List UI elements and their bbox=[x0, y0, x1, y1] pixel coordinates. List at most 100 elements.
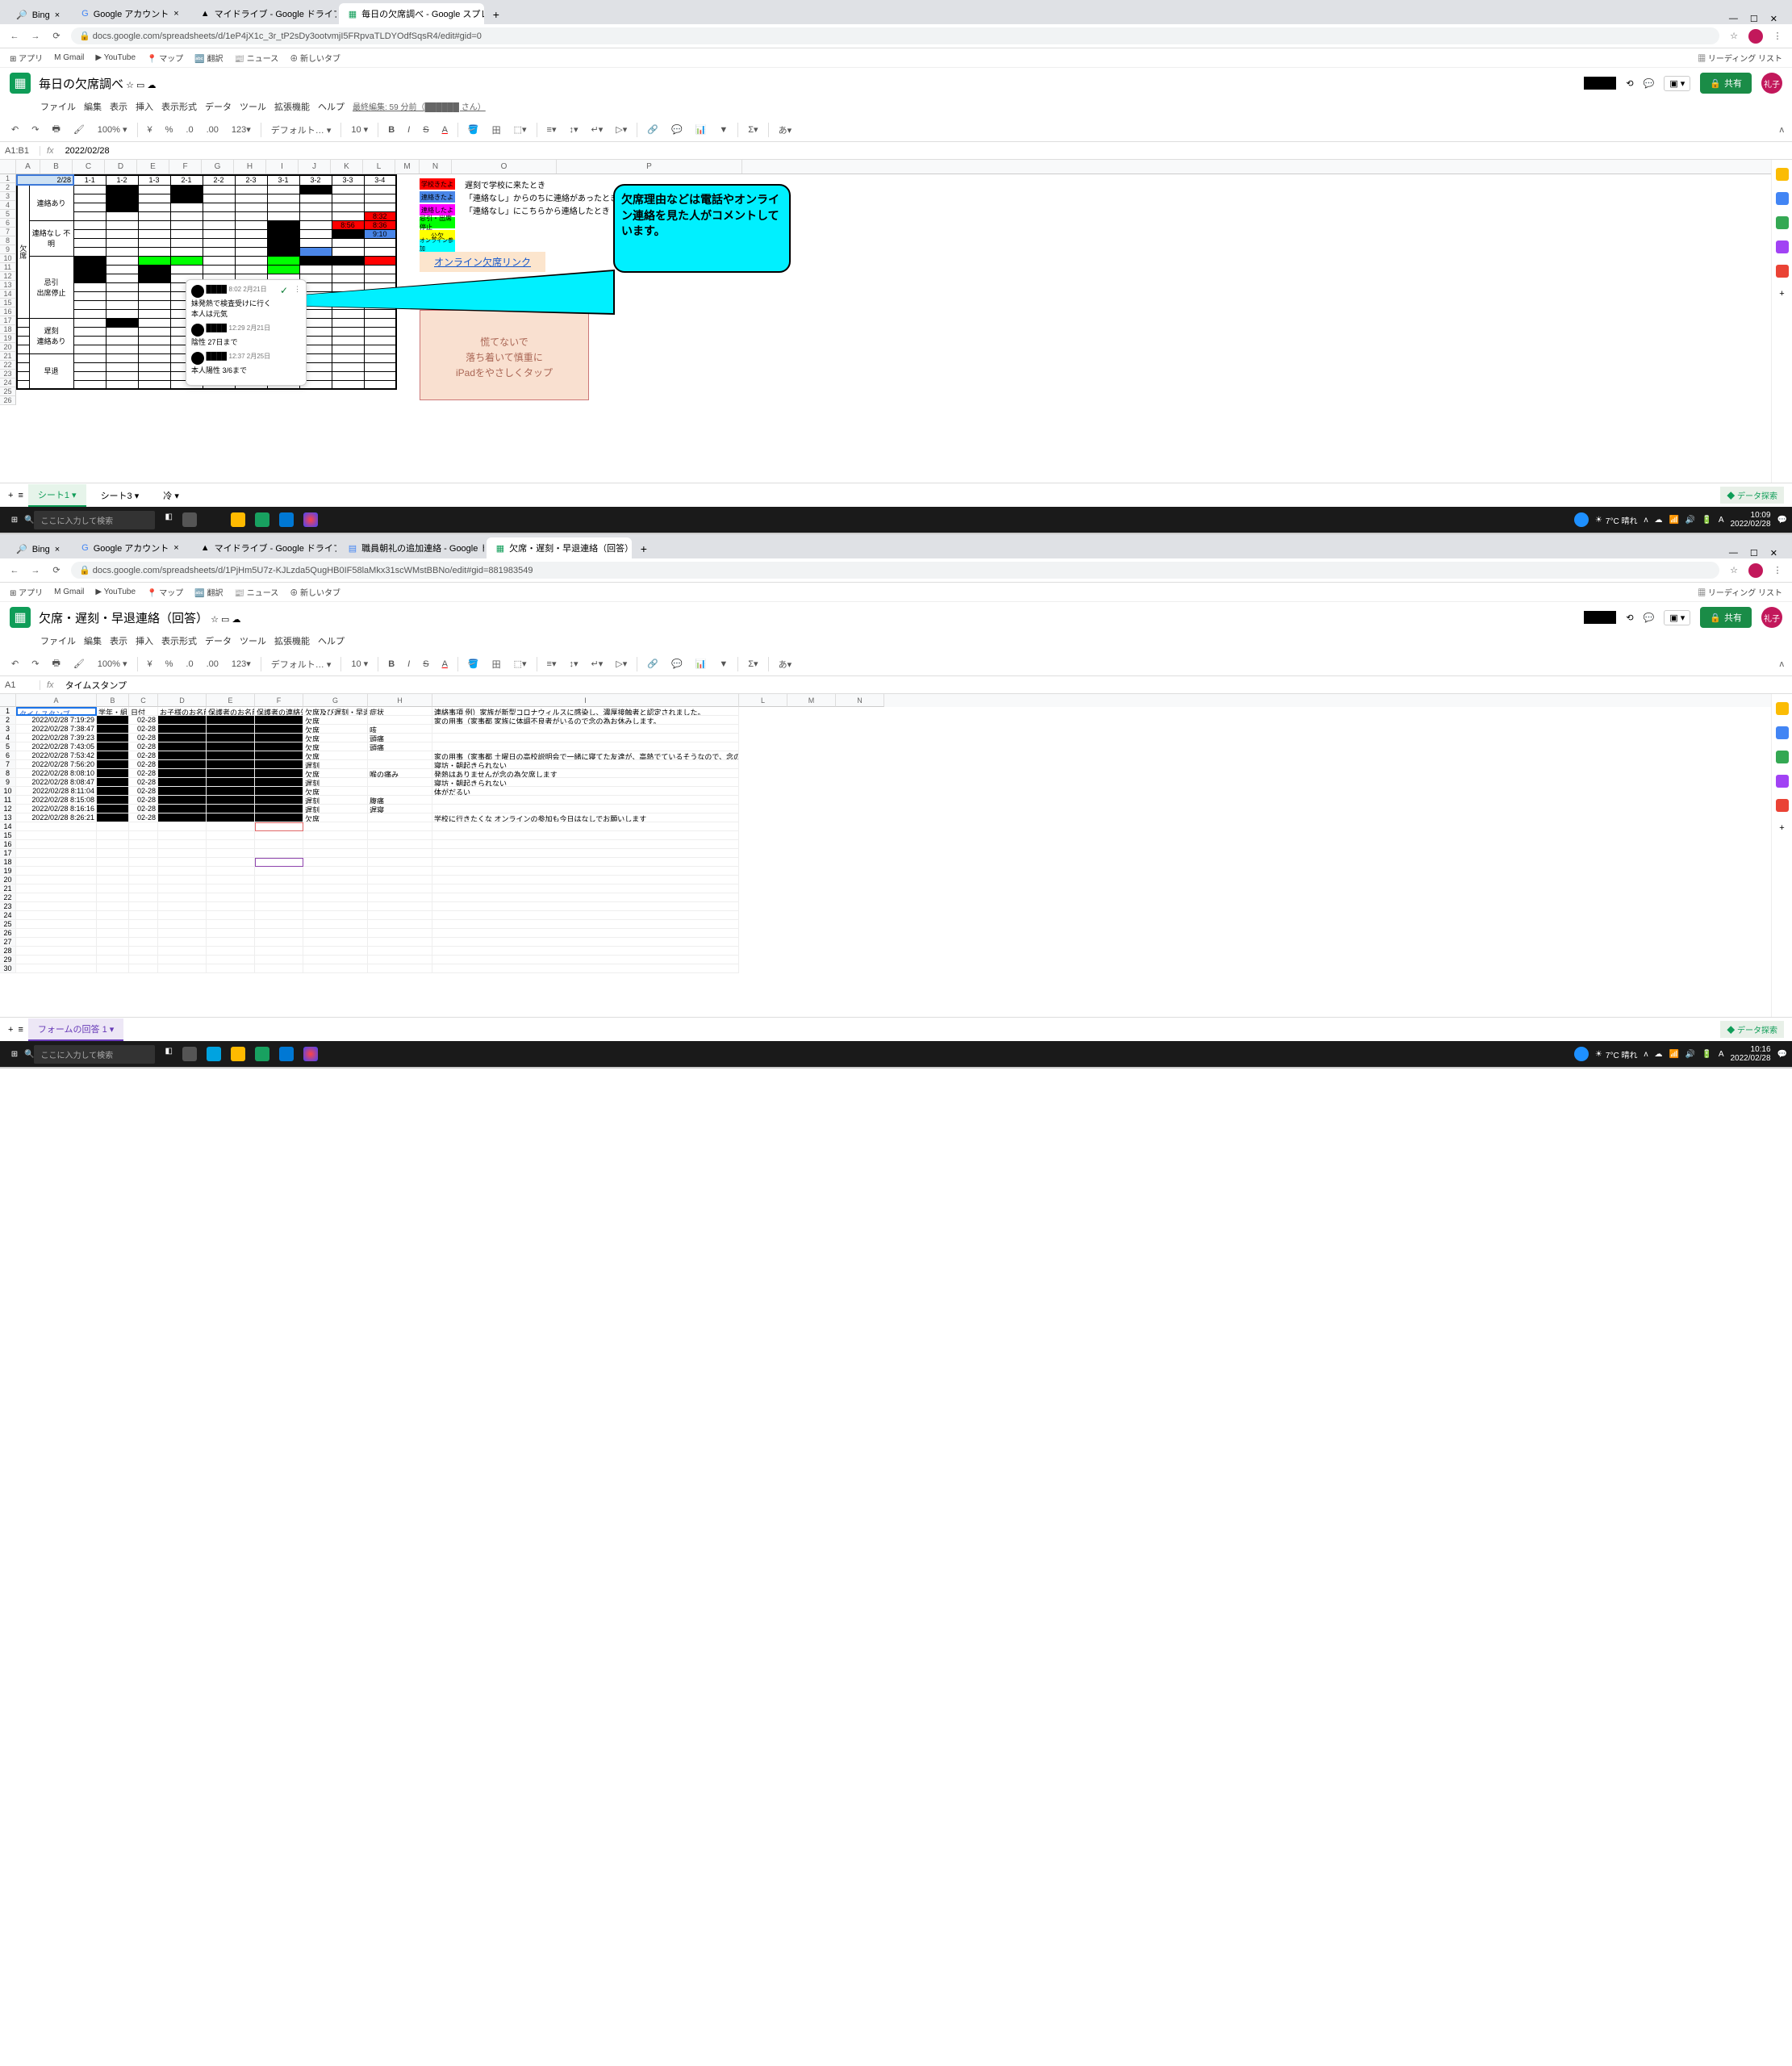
notifications-icon[interactable]: 💬 bbox=[1777, 516, 1787, 525]
avatar-icon[interactable] bbox=[1748, 563, 1763, 578]
explore-button[interactable]: ◆ データ探索 bbox=[1720, 1021, 1784, 1038]
name-box[interactable]: A1:B1 bbox=[0, 146, 40, 156]
table-row[interactable]: 42022/02/28 7:39:2302-28欠席頭痛 bbox=[0, 734, 1792, 742]
maximize-button[interactable]: ☐ bbox=[1750, 548, 1758, 558]
edge-icon[interactable] bbox=[207, 512, 221, 527]
table-row[interactable]: 62022/02/28 7:53:4202-28欠席家の用事（家事都 土曜日の高… bbox=[0, 751, 1792, 760]
move-icon[interactable]: ▭ bbox=[136, 81, 144, 90]
bookmark-item[interactable]: ⊕ 新しいタブ bbox=[290, 52, 340, 64]
calendar-icon[interactable] bbox=[1776, 702, 1789, 715]
tray-volume-icon[interactable]: 🔊 bbox=[1685, 516, 1695, 525]
table-row[interactable]: 32022/02/28 7:38:4702-28欠席咳 bbox=[0, 725, 1792, 734]
table-row[interactable]: 92022/02/28 8:08:4702-28遅刻寝坊・朝起きられない bbox=[0, 778, 1792, 787]
back-button[interactable]: ← bbox=[8, 31, 21, 41]
collapse-toolbar[interactable]: ʌ bbox=[1780, 125, 1785, 135]
start-button[interactable]: ⊞ bbox=[5, 1050, 24, 1059]
menu-extensions[interactable]: 拡張機能 bbox=[274, 100, 310, 113]
cortana-icon[interactable] bbox=[182, 512, 197, 527]
menu-data[interactable]: データ bbox=[205, 100, 232, 113]
apps-icon[interactable]: ⊞ アプリ bbox=[10, 52, 43, 64]
sheet-tab[interactable]: シート1 ▾ bbox=[28, 484, 86, 507]
bookmark-item[interactable]: M Gmail bbox=[54, 53, 84, 62]
back-button[interactable]: ← bbox=[8, 566, 21, 575]
text-color-button[interactable]: A bbox=[439, 123, 451, 136]
table-row[interactable]: 22022/02/28 7:19:2902-28欠席家の用事（家事都 家族に体調… bbox=[0, 716, 1792, 725]
reload-button[interactable]: ⟳ bbox=[50, 565, 63, 575]
browser-tab-active[interactable]: ▦欠席・遅刻・早退連絡（回答）- …× bbox=[487, 537, 632, 558]
star-icon[interactable]: ☆ bbox=[126, 81, 134, 90]
zoom-select[interactable]: 100% ▾ bbox=[94, 123, 131, 136]
more-icon[interactable]: ⋮ bbox=[294, 285, 301, 294]
merge-button[interactable]: ⬚▾ bbox=[511, 123, 530, 136]
menu-insert[interactable]: 挿入 bbox=[136, 100, 153, 113]
contacts-icon[interactable] bbox=[1776, 775, 1789, 788]
menu-edit[interactable]: 編集 bbox=[84, 100, 102, 113]
table-row[interactable]: 132022/02/28 8:26:2102-28欠席学校に行きたくな オンライ… bbox=[0, 813, 1792, 822]
maps-icon[interactable] bbox=[1776, 799, 1789, 812]
table-row[interactable]: 82022/02/28 8:08:1002-28欠席喉の痛み発熱はありませんが念… bbox=[0, 769, 1792, 778]
new-tab-button[interactable]: + bbox=[487, 5, 506, 24]
bookmark-item[interactable]: 🔤 翻訳 bbox=[194, 52, 223, 64]
add-icon[interactable]: + bbox=[1779, 289, 1784, 299]
close-button[interactable]: ✕ bbox=[1770, 548, 1777, 558]
all-sheets-button[interactable]: ≡ bbox=[18, 1025, 23, 1035]
last-edit[interactable]: 最終編集: 59 分前（██████ さん） bbox=[353, 100, 486, 113]
cloud-icon[interactable]: ☁ bbox=[232, 615, 240, 625]
url-field[interactable]: 🔒 docs.google.com/spreadsheets/d/1eP4jX1… bbox=[71, 27, 1719, 44]
browser-tab[interactable]: ▲マイドライブ - Google ドライブ× bbox=[191, 3, 336, 24]
browser-tab[interactable]: ▤職員朝礼の追加連絡 - Google ド…× bbox=[339, 537, 484, 558]
comment-icon[interactable]: 💬 bbox=[1644, 78, 1655, 89]
menu-tools[interactable]: ツール bbox=[240, 100, 266, 113]
star-icon[interactable]: ☆ bbox=[211, 615, 219, 625]
formula-input[interactable]: 2022/02/28 bbox=[61, 146, 1792, 156]
reload-button[interactable]: ⟳ bbox=[50, 31, 63, 41]
tray-battery-icon[interactable]: 🔋 bbox=[1702, 516, 1711, 525]
menu-help[interactable]: ヘルプ bbox=[318, 100, 345, 113]
taskbar-search[interactable]: ここに入力して検索 bbox=[34, 1045, 155, 1064]
share-button[interactable]: 🔒 共有 bbox=[1700, 607, 1752, 628]
bookmark-item[interactable]: ▶ YouTube bbox=[95, 53, 136, 62]
store-icon[interactable] bbox=[255, 512, 269, 527]
maximize-button[interactable]: ☐ bbox=[1750, 14, 1758, 24]
link-button[interactable]: 🔗 bbox=[644, 123, 662, 136]
history-icon[interactable]: ⟲ bbox=[1626, 613, 1633, 623]
add-sheet-button[interactable]: + bbox=[8, 1025, 13, 1035]
history-icon[interactable]: ⟲ bbox=[1626, 78, 1633, 89]
menu-view[interactable]: 表示 bbox=[110, 100, 127, 113]
forward-button[interactable]: → bbox=[29, 566, 42, 575]
font-select[interactable]: デフォルト… ▾ bbox=[268, 122, 335, 138]
comment-icon[interactable]: 💬 bbox=[1644, 613, 1655, 623]
redo-button[interactable]: ↷ bbox=[28, 123, 42, 136]
account-avatar[interactable]: 礼子 bbox=[1761, 73, 1782, 94]
table-row[interactable]: 112022/02/28 8:15:0802-28遅刻腹痛 bbox=[0, 796, 1792, 805]
table-row[interactable]: 122022/02/28 8:16:1602-28遅刻遅寝 bbox=[0, 805, 1792, 813]
undo-button[interactable]: ↶ bbox=[8, 123, 22, 136]
minimize-button[interactable]: — bbox=[1729, 548, 1738, 558]
name-box[interactable]: A1 bbox=[0, 680, 40, 690]
move-icon[interactable]: ▭ bbox=[221, 615, 229, 625]
tasks-icon[interactable] bbox=[1776, 751, 1789, 763]
explore-button[interactable]: ◆ データ探索 bbox=[1720, 487, 1784, 504]
currency-button[interactable]: ¥ bbox=[144, 123, 156, 136]
borders-button[interactable]: 田 bbox=[489, 122, 504, 138]
maps-icon[interactable] bbox=[1776, 265, 1789, 278]
tray-wifi-icon[interactable]: 📶 bbox=[1669, 516, 1678, 525]
fill-color-button[interactable]: 🪣 bbox=[465, 123, 482, 136]
input-tools[interactable]: あ▾ bbox=[775, 122, 796, 138]
forward-button[interactable]: → bbox=[29, 31, 42, 41]
table-row[interactable]: 52022/02/28 7:43:0502-28欠席頭痛 bbox=[0, 742, 1792, 751]
keep-icon[interactable] bbox=[1776, 726, 1789, 739]
browser-tab[interactable]: GGoogle アカウント× bbox=[72, 537, 189, 558]
tray-up-icon[interactable]: ʌ bbox=[1644, 516, 1648, 525]
menu-icon[interactable]: ⋮ bbox=[1771, 565, 1784, 575]
bookmark-item[interactable]: 📰 ニュース bbox=[234, 52, 278, 64]
taskbar-search[interactable]: ここに入力して検索 bbox=[34, 511, 155, 529]
search-icon[interactable]: 🔍 bbox=[24, 516, 34, 525]
meet-icon[interactable]: ▣ ▾ bbox=[1664, 610, 1690, 625]
star-icon[interactable]: ☆ bbox=[1727, 31, 1740, 41]
formula-input[interactable]: タイムスタンプ bbox=[61, 679, 1792, 692]
comment-thread[interactable]: ✓ ⋮ ████ 8:02 2月21日妹発熱で検査受けに行く 本人は元気 ███… bbox=[186, 279, 307, 386]
add-icon[interactable]: + bbox=[1779, 823, 1784, 833]
cloud-icon[interactable]: ☁ bbox=[147, 81, 156, 90]
avatar-icon[interactable] bbox=[1748, 29, 1763, 44]
